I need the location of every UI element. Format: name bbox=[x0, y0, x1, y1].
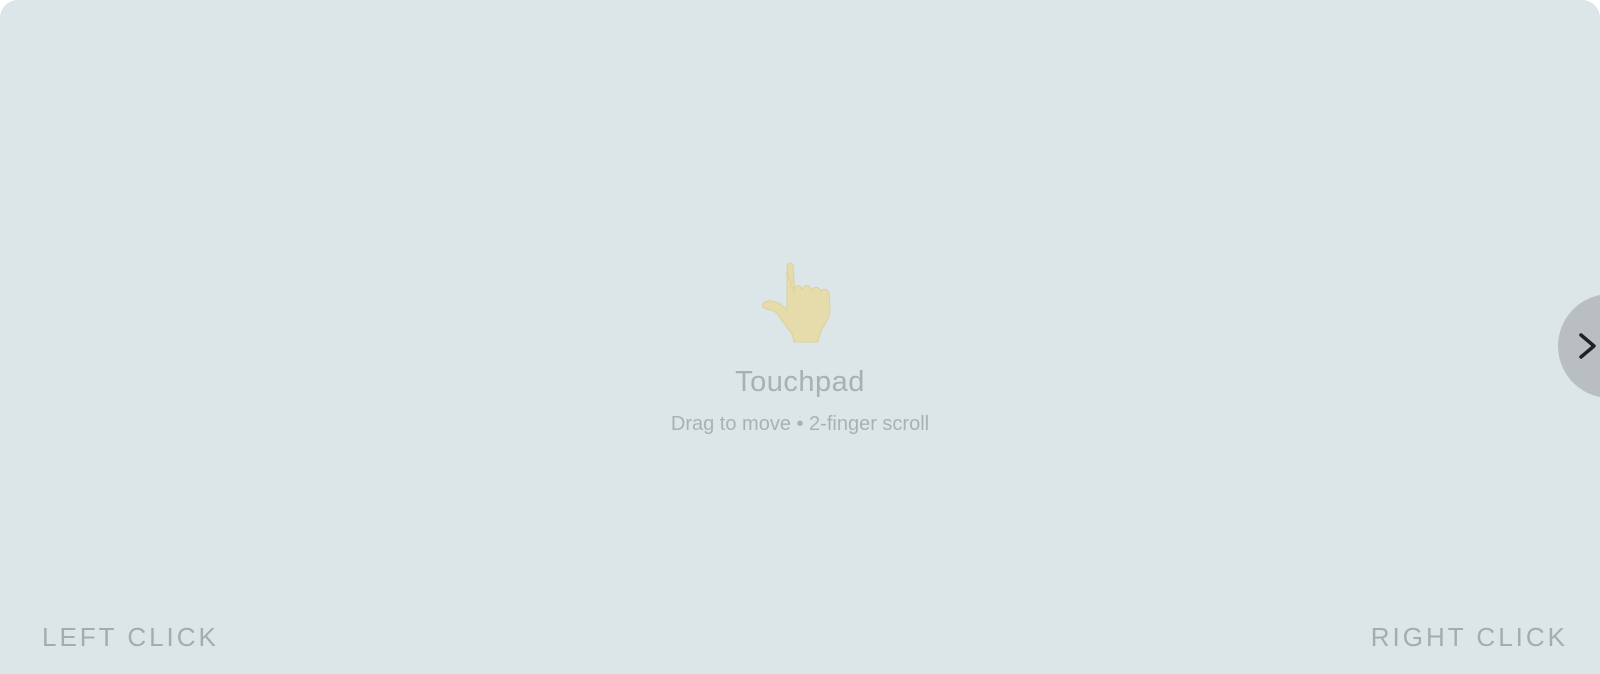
touchpad-hint-area: Touchpad Drag to move • 2-finger scroll bbox=[0, 262, 1600, 436]
touchpad-surface[interactable]: Touchpad Drag to move • 2-finger scroll … bbox=[0, 0, 1600, 674]
touchpad-hint: Drag to move • 2-finger scroll bbox=[670, 413, 930, 435]
left-click-button[interactable]: LEFT CLICK bbox=[42, 622, 219, 653]
pointing-hand-icon bbox=[761, 262, 831, 343]
touchpad-title: Touchpad bbox=[735, 366, 865, 398]
chevron-right-icon bbox=[1579, 333, 1596, 359]
right-click-button[interactable]: RIGHT CLICK bbox=[1371, 622, 1568, 653]
